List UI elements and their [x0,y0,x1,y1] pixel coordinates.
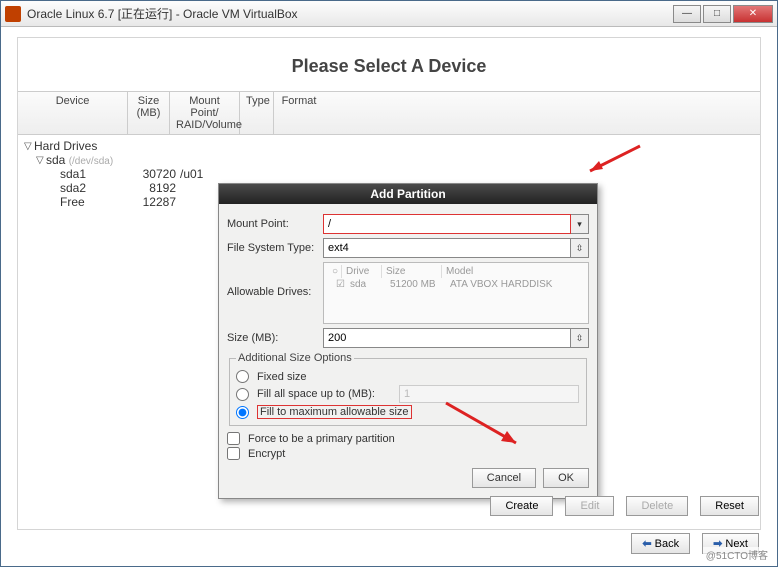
mount-point-combo[interactable]: ▾ [323,214,589,234]
cancel-button[interactable]: Cancel [472,468,536,488]
device-action-buttons: Create Edit Delete Reset [486,496,759,516]
force-primary-checkbox[interactable] [227,432,240,445]
fill-up-radio[interactable] [236,388,249,401]
dialog-title: Add Partition [219,184,597,204]
size-label: Size (MB): [227,332,323,344]
col-model: Model [442,265,584,278]
fixed-size-label: Fixed size [257,371,307,383]
chevron-down-icon[interactable]: ▽ [24,141,34,152]
drives-row: Allowable Drives: ○ Drive Size Model ☑ s… [227,262,589,324]
fill-up-radio-row[interactable]: Fill all space up to (MB): [236,385,580,403]
titlebar: Oracle Linux 6.7 [正在运行] - Oracle VM Virt… [1,1,777,27]
fixed-size-radio-row[interactable]: Fixed size [236,370,580,383]
col-mount: Mount Point/ RAID/Volume [170,92,240,134]
fill-up-input [399,385,579,403]
mount-point-input[interactable] [323,214,571,234]
installer-panel: Please Select A Device Device Size (MB) … [17,37,761,530]
encrypt-row[interactable]: Encrypt [227,447,589,460]
size-row: Size (MB): ⇳ [227,328,589,348]
fstype-label: File System Type: [227,242,323,254]
spinner-icon[interactable]: ⇳ [571,238,589,258]
dialog-buttons: Cancel OK [227,468,589,488]
add-partition-dialog: Add Partition Mount Point: ▾ File System… [218,183,598,499]
drives-table: ○ Drive Size Model ☑ sda 51200 MB ATA VB… [323,262,589,324]
mount-value: /u01 [176,167,212,181]
col-size: Size [382,265,442,278]
vm-window: Oracle Linux 6.7 [正在运行] - Oracle VM Virt… [0,0,778,567]
mount-point-label: Mount Point: [227,218,323,230]
drive-row[interactable]: ☑ sda 51200 MB ATA VBOX HARDDISK [328,278,584,291]
tree-label: sda2 [60,181,128,195]
close-button[interactable]: ✕ [733,5,773,23]
tree-label: sda (/dev/sda) [46,153,212,167]
size-field[interactable]: ⇳ [323,328,589,348]
edit-button[interactable]: Edit [565,496,614,516]
dialog-body: Mount Point: ▾ File System Type: ⇳ Allow… [219,204,597,498]
watermark: @51CTO博客 [703,547,771,562]
fill-up-label: Fill all space up to (MB): [257,388,375,400]
maximize-button[interactable]: □ [703,5,731,23]
page-title: Please Select A Device [18,38,760,91]
fill-max-label: Fill to maximum allowable size [257,405,412,419]
fill-max-radio[interactable] [236,406,249,419]
drives-header: ○ Drive Size Model [328,265,584,278]
force-primary-label: Force to be a primary partition [248,433,395,445]
mount-point-row: Mount Point: ▾ [227,214,589,234]
fstype-row: File System Type: ⇳ [227,238,589,258]
size-value: 8192 [128,181,176,195]
tree-row-partition[interactable]: sda2 8192 [24,181,212,195]
tree-row-partition[interactable]: sda1 30720 /u01 [24,167,212,181]
size-options-fieldset: Additional Size Options Fixed size Fill … [229,352,587,426]
encrypt-label: Encrypt [248,448,285,460]
fill-max-radio-row[interactable]: Fill to maximum allowable size [236,405,580,419]
chevron-down-icon[interactable]: ▾ [571,214,589,234]
force-primary-row[interactable]: Force to be a primary partition [227,432,589,445]
tree-row-free[interactable]: Free 12287 [24,195,212,209]
size-input[interactable] [323,328,571,348]
drive-model: ATA VBOX HARDDISK [446,279,580,290]
size-options-legend: Additional Size Options [236,352,354,364]
col-check: ○ [328,265,342,278]
size-value: 12287 [128,195,176,209]
tree-row-disk[interactable]: ▽ sda (/dev/sda) [24,153,212,167]
tree-label: sda1 [60,167,128,181]
tree-label: Hard Drives [34,139,212,153]
fstype-combo[interactable]: ⇳ [323,238,589,258]
ok-button[interactable]: OK [543,468,589,488]
col-device: Device [18,92,128,134]
create-button[interactable]: Create [490,496,553,516]
reset-button[interactable]: Reset [700,496,759,516]
arrow-left-icon: ⬅ [642,538,651,550]
delete-button[interactable]: Delete [626,496,688,516]
tree-label: Free [60,195,128,209]
drive-checkbox[interactable]: ☑ [332,279,346,290]
window-controls: — □ ✕ [673,5,773,23]
drives-label: Allowable Drives: [227,262,323,298]
app-icon [5,6,21,22]
drive-name: sda [346,279,386,290]
col-size: Size (MB) [128,92,170,134]
back-button[interactable]: ⬅ Back [631,533,690,554]
fstype-input[interactable] [323,238,571,258]
tree-row-root[interactable]: ▽ Hard Drives [24,139,212,153]
size-value: 30720 [128,167,176,181]
drive-size: 51200 MB [386,279,446,290]
minimize-button[interactable]: — [673,5,701,23]
col-format: Format [274,92,324,134]
window-title: Oracle Linux 6.7 [正在运行] - Oracle VM Virt… [27,5,673,22]
spinner-icon[interactable]: ⇳ [571,328,589,348]
device-tree[interactable]: ▽ Hard Drives ▽ sda (/dev/sda) sda1 3072… [18,135,218,213]
encrypt-checkbox[interactable] [227,447,240,460]
fixed-size-radio[interactable] [236,370,249,383]
chevron-down-icon[interactable]: ▽ [36,155,46,166]
col-drive: Drive [342,265,382,278]
device-table-header: Device Size (MB) Mount Point/ RAID/Volum… [18,91,760,135]
col-type: Type [240,92,274,134]
